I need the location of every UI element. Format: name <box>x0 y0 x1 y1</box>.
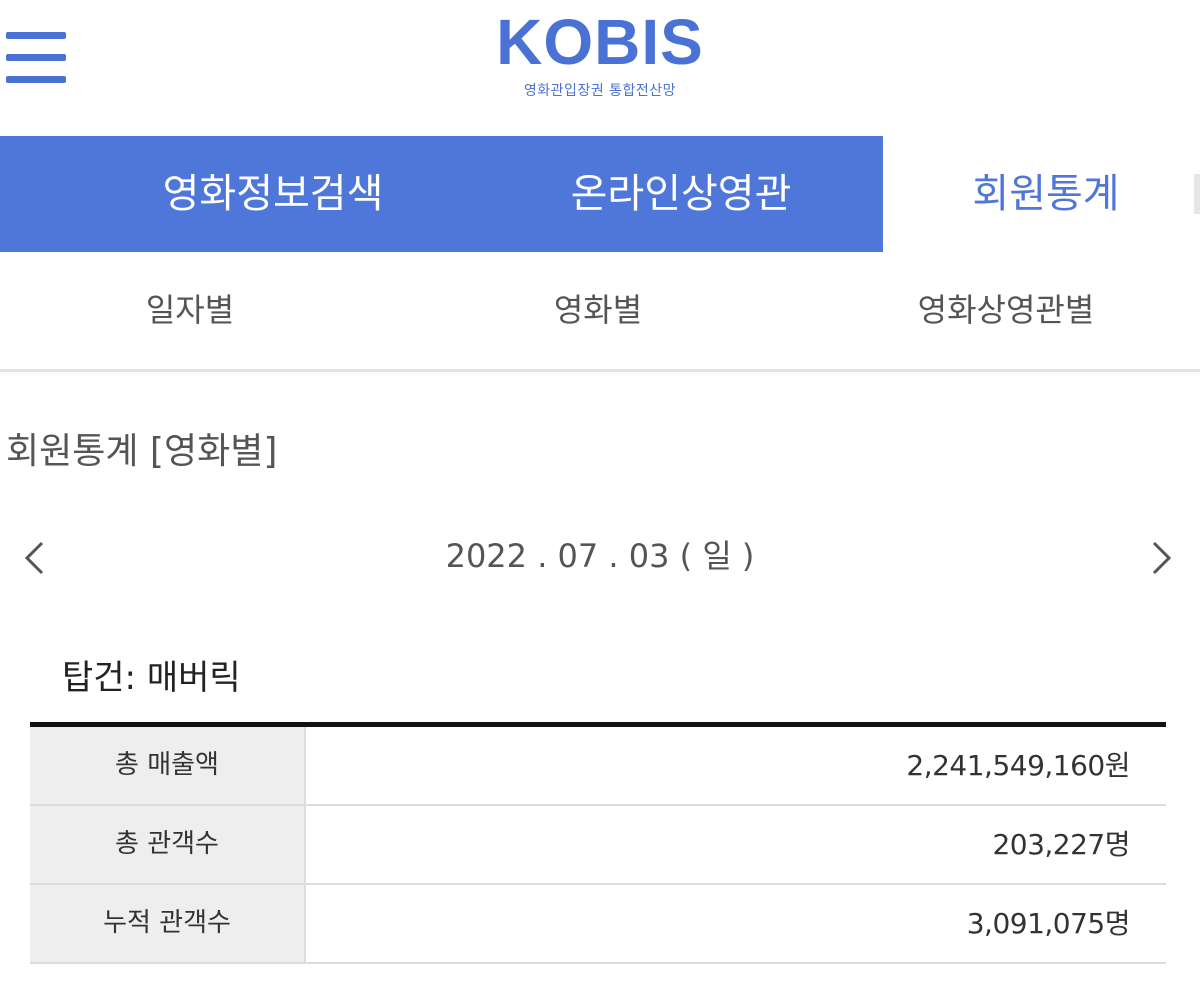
movie-title: 탑건: 매버릭 <box>62 658 241 698</box>
page: KOBIS 영화관입장권 통합전산망 영화정보검색 온라인상영관 회원통계 일자… <box>0 0 1200 995</box>
stats-table: 총 매출액 2,241,549,160원 총 관객수 203,227명 누적 관… <box>30 722 1166 964</box>
hamburger-menu-icon[interactable] <box>6 32 66 84</box>
subtab-by-date[interactable]: 일자별 <box>40 252 340 369</box>
prev-date-button[interactable] <box>10 520 58 592</box>
subtab-by-movie[interactable]: 영화별 <box>448 252 748 369</box>
total-audience-value: 203,227명 <box>992 828 1130 861</box>
table-row: 총 매출액 2,241,549,160원 <box>30 727 1166 806</box>
main-nav: 영화정보검색 온라인상영관 회원통계 <box>0 136 1200 252</box>
table-row: 누적 관객수 3,091,075명 <box>30 885 1166 964</box>
cumulative-audience-value: 3,091,075명 <box>966 907 1131 940</box>
cumulative-audience-label: 누적 관객수 <box>30 885 306 962</box>
next-date-button[interactable] <box>1138 520 1186 592</box>
kobis-logo[interactable]: KOBIS 영화관입장권 통합전산망 <box>480 4 720 100</box>
total-audience-label: 총 관객수 <box>30 806 306 883</box>
subtab-by-movie-theater[interactable]: 영화상영관별 <box>856 252 1156 369</box>
total-sales-label: 총 매출액 <box>30 727 306 804</box>
header: KOBIS 영화관입장권 통합전산망 <box>0 0 1200 136</box>
next-tab-edge <box>1194 174 1200 214</box>
tab-online-theater[interactable]: 온라인상영관 <box>476 136 886 252</box>
total-sales-value: 2,241,549,160원 <box>906 749 1130 782</box>
page-title: 회원통계 [영화별] <box>6 431 278 472</box>
tab-member-stats[interactable]: 회원통계 <box>883 136 1200 252</box>
table-row: 총 관객수 203,227명 <box>30 806 1166 885</box>
tab-movie-info-search[interactable]: 영화정보검색 <box>68 136 478 252</box>
current-date: 2022 . 07 . 03 ( 일 ) <box>445 537 755 575</box>
chevron-left-icon <box>24 541 44 575</box>
logo-subtitle: 영화관입장권 통합전산망 <box>523 83 677 99</box>
date-navigator: 2022 . 07 . 03 ( 일 ) <box>0 520 1200 592</box>
sub-nav: 일자별 영화별 영화상영관별 <box>0 252 1200 372</box>
chevron-right-icon <box>1152 541 1172 575</box>
logo-main-text: KOBIS <box>496 6 704 78</box>
